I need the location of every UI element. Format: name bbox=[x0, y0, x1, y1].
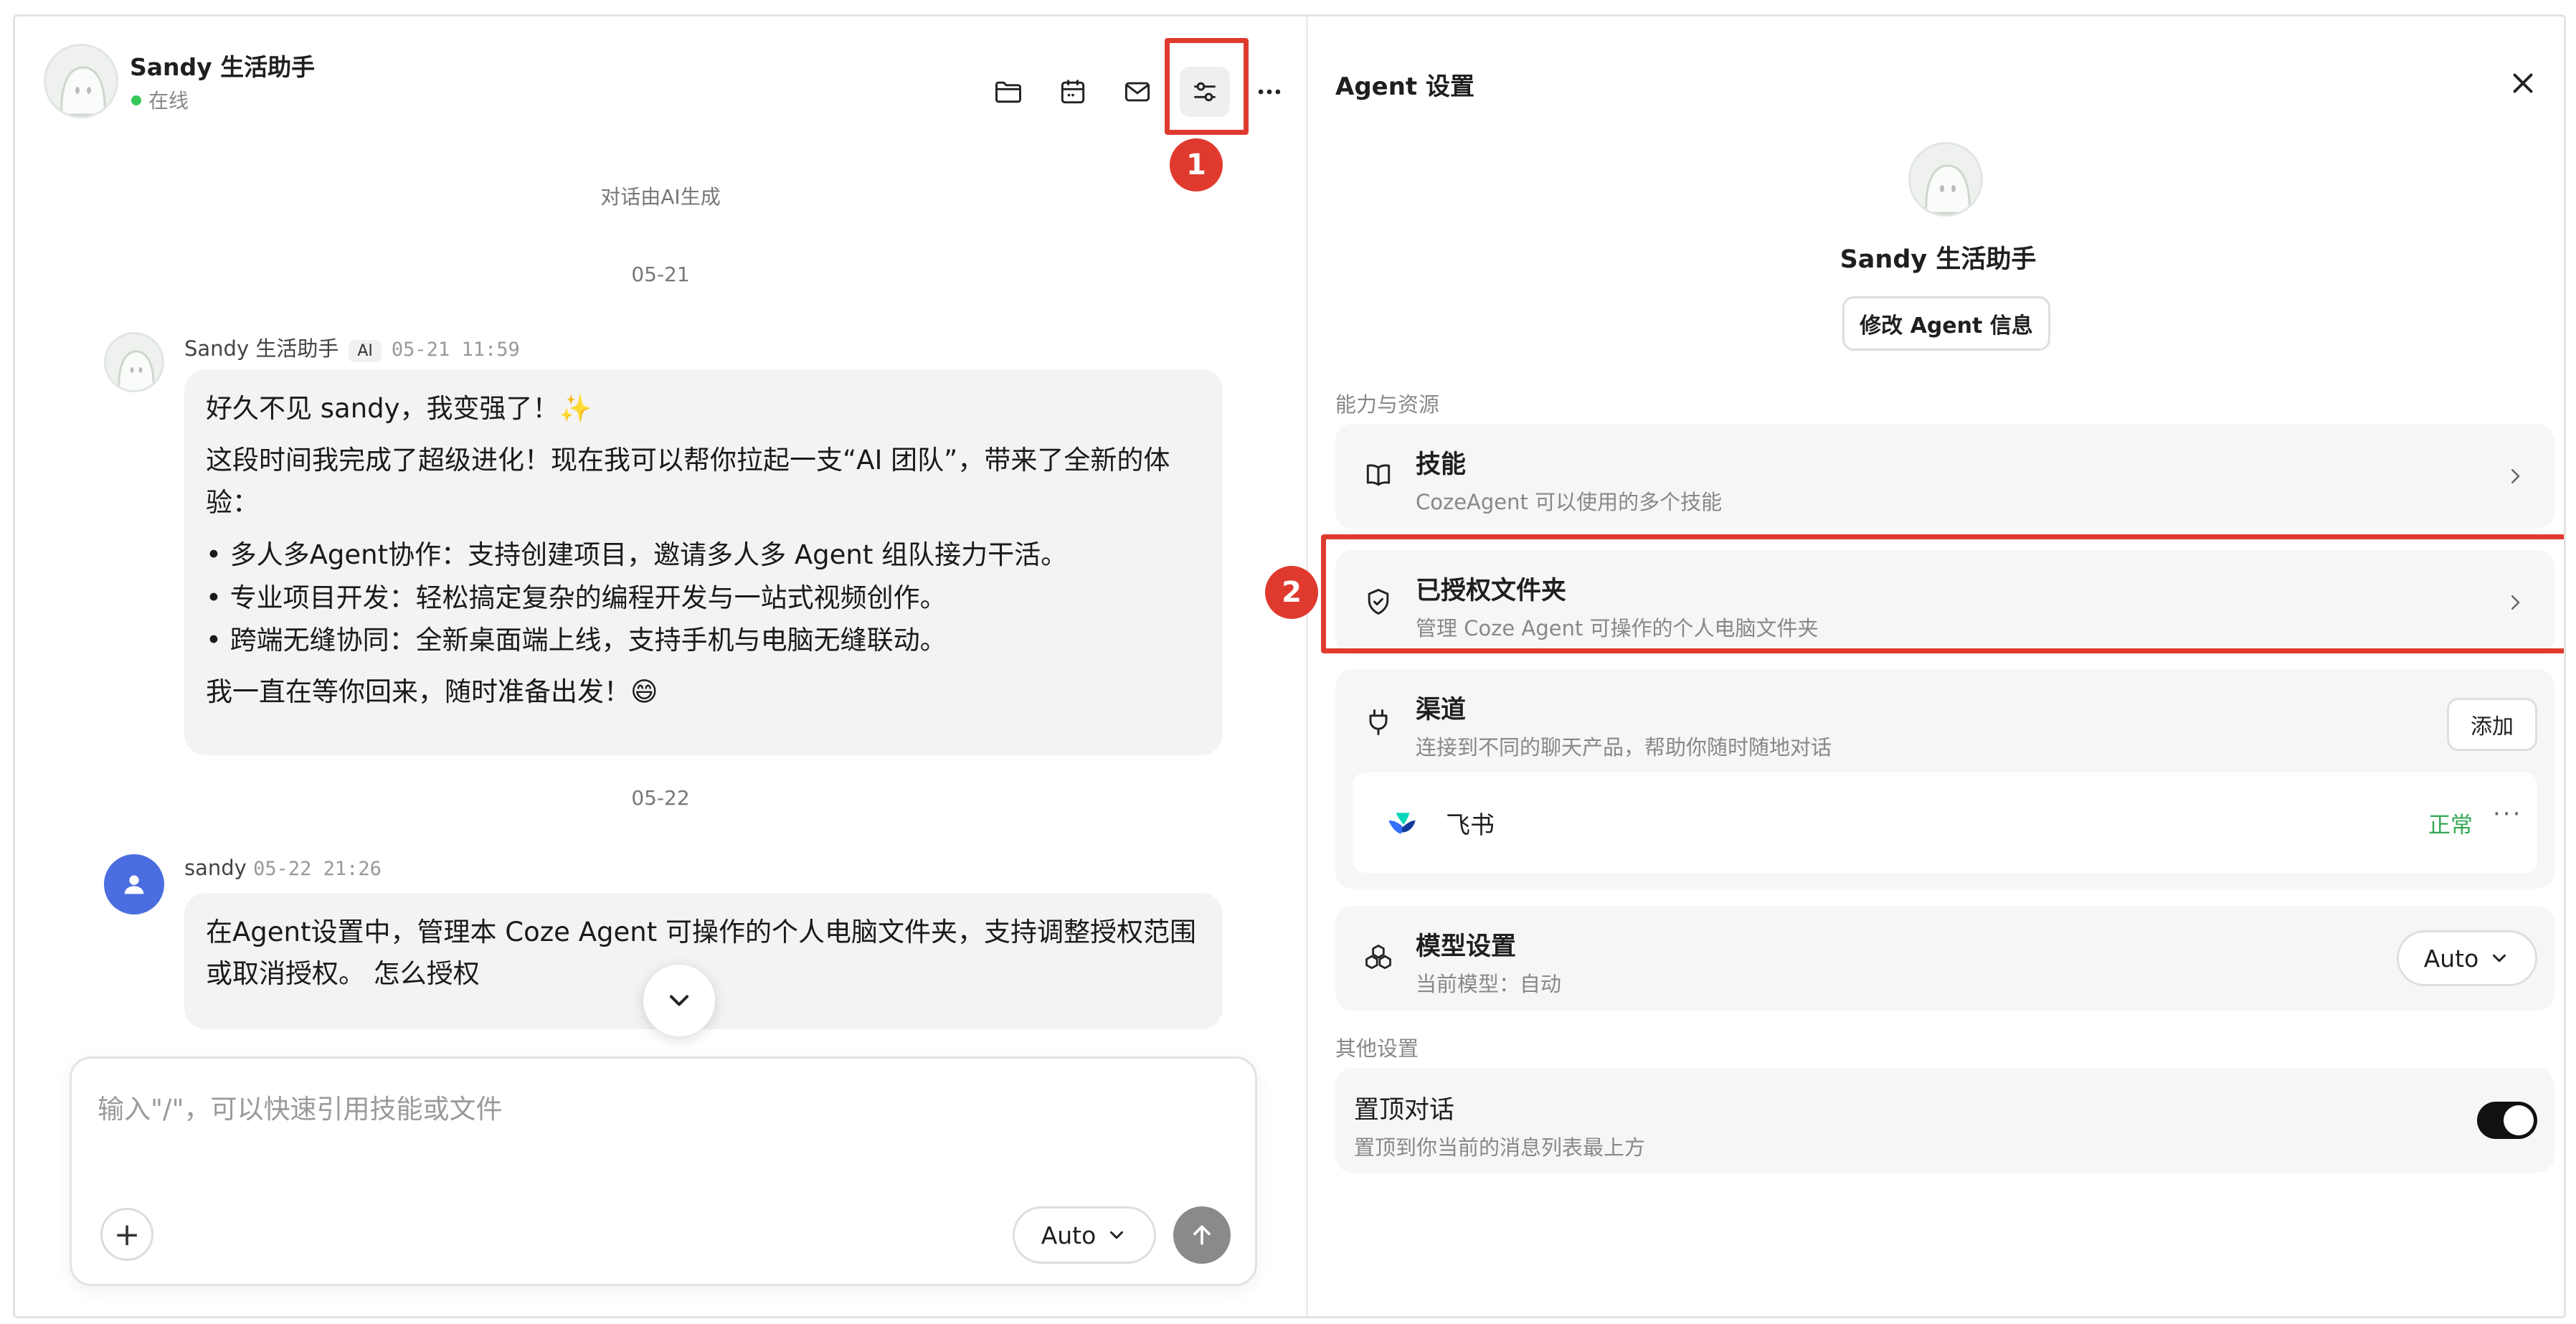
status-indicator: 在线 bbox=[131, 85, 189, 114]
message-line: 我一直在等你回来，随时准备出发！😄 bbox=[206, 676, 658, 707]
plus-icon: + bbox=[113, 1216, 141, 1253]
agent-message-avatar bbox=[104, 332, 164, 392]
user-message-meta: sandy 05-22 21:26 bbox=[184, 856, 382, 880]
add-channel-button[interactable]: 添加 bbox=[2447, 698, 2537, 751]
more-icon bbox=[1258, 89, 1281, 95]
chevron-down-icon bbox=[2493, 954, 2506, 963]
agent-message-meta: Sandy 生活助手 AI 05-21 11:59 bbox=[184, 332, 520, 362]
model-settings-subtitle: 当前模型：自动 bbox=[1416, 972, 1562, 996]
agent-settings-panel: Agent 设置 Sandy 生活助手 修改 Agent 信息 能力与资源 技能… bbox=[1265, 16, 2564, 1316]
calendar-button[interactable] bbox=[1048, 67, 1098, 117]
mail-button[interactable] bbox=[1112, 67, 1162, 117]
ai-generated-notice: 对话由AI生成 bbox=[600, 185, 721, 209]
channels-card: 渠道 连接到不同的聊天产品，帮助你随时随地对话 添加 飞书 正常 ··· bbox=[1335, 669, 2554, 889]
sender-name: sandy bbox=[184, 856, 247, 880]
scroll-to-bottom-button[interactable] bbox=[643, 965, 715, 1036]
annotation-marker-2: 2 bbox=[1265, 566, 1318, 619]
message-bullet: • 专业项目开发：轻松搞定复杂的编程开发与一站式视频创作。 bbox=[206, 582, 947, 613]
more-button[interactable] bbox=[1244, 67, 1294, 117]
model-dropdown-value: Auto bbox=[2423, 944, 2479, 973]
ai-badge: AI bbox=[349, 340, 382, 362]
send-button[interactable] bbox=[1173, 1206, 1231, 1264]
model-settings-title: 模型设置 bbox=[1416, 932, 1517, 961]
status-text: 在线 bbox=[148, 89, 189, 113]
model-selector[interactable]: Auto bbox=[1013, 1206, 1156, 1264]
channels-subtitle: 连接到不同的聊天产品，帮助你随时随地对话 bbox=[1416, 735, 1832, 760]
skills-subtitle: CozeAgent 可以使用的多个技能 bbox=[1416, 490, 1723, 514]
mail-icon bbox=[1124, 82, 1150, 102]
section-label-other: 其他设置 bbox=[1335, 1036, 1419, 1061]
chevron-down-icon bbox=[1110, 1231, 1124, 1239]
app-window: Sandy 生活助手 在线 1 对话由AI生成 05-21 Sandy 生活助手… bbox=[13, 14, 2566, 1318]
channel-name: 飞书 bbox=[1446, 811, 1495, 840]
pin-title: 置顶对话 bbox=[1354, 1096, 1455, 1125]
user-icon bbox=[124, 875, 144, 894]
edit-agent-button[interactable]: 修改 Agent 信息 bbox=[1842, 296, 2050, 351]
channels-title: 渠道 bbox=[1416, 696, 1467, 724]
cubes-icon bbox=[1365, 945, 1391, 970]
panel-title: Agent 设置 bbox=[1335, 72, 1475, 101]
close-icon[interactable] bbox=[2506, 67, 2539, 100]
annotation-box-2 bbox=[1321, 534, 2564, 653]
chat-panel: Sandy 生活助手 在线 1 对话由AI生成 05-21 Sandy 生活助手… bbox=[15, 16, 1306, 1316]
model-value: Auto bbox=[1041, 1221, 1097, 1249]
chevron-right-icon bbox=[2511, 469, 2520, 483]
online-dot bbox=[131, 95, 141, 105]
model-dropdown[interactable]: Auto bbox=[2397, 930, 2537, 986]
sender-name: Sandy 生活助手 bbox=[184, 336, 339, 361]
message-bullet: • 跨端无缝协同：全新桌面端上线，支持手机与电脑无缝联动。 bbox=[206, 624, 947, 656]
chat-title: Sandy 生活助手 bbox=[130, 53, 316, 81]
section-label-resources: 能力与资源 bbox=[1335, 392, 1440, 417]
agent-profile-name: Sandy 生活助手 bbox=[1839, 245, 2037, 274]
folder-icon bbox=[995, 81, 1021, 103]
channel-more-icon[interactable]: ··· bbox=[2493, 800, 2522, 828]
pin-toggle[interactable] bbox=[2477, 1102, 2537, 1139]
add-attachment-button[interactable]: + bbox=[100, 1208, 153, 1261]
date-separator: 05-22 bbox=[631, 786, 690, 810]
agent-profile-avatar bbox=[1908, 142, 1983, 217]
folder-button[interactable] bbox=[983, 67, 1033, 117]
annotation-box-1 bbox=[1165, 38, 1249, 135]
message-input[interactable]: 输入"/"，可以快速引用技能或文件 bbox=[98, 1087, 503, 1126]
agent-message-bubble: 好久不见 sandy，我变强了！✨ 这段时间我完成了超级进化！现在我可以帮你拉起… bbox=[184, 369, 1223, 755]
pin-subtitle: 置顶到你当前的消息列表最上方 bbox=[1354, 1135, 1646, 1160]
channel-status: 正常 bbox=[2428, 813, 2473, 838]
message-bullet: • 多人多Agent协作：支持创建项目，邀请多人多 Agent 组队接力干活。 bbox=[206, 539, 1068, 571]
date-separator: 05-21 bbox=[631, 263, 690, 286]
agent-avatar[interactable] bbox=[44, 44, 118, 118]
pin-conversation-row: 置顶对话 置顶到你当前的消息列表最上方 bbox=[1335, 1068, 2554, 1173]
skills-title: 技能 bbox=[1416, 450, 1467, 479]
chevron-down-icon bbox=[669, 995, 689, 1006]
arrow-up-icon bbox=[1193, 1225, 1211, 1245]
message-composer[interactable]: 输入"/"，可以快速引用技能或文件 + Auto bbox=[70, 1056, 1257, 1286]
user-avatar bbox=[104, 854, 164, 914]
channel-item[interactable]: 飞书 正常 ··· bbox=[1353, 772, 2537, 873]
plug-icon bbox=[1369, 709, 1388, 735]
message-time: 05-21 11:59 bbox=[391, 339, 520, 361]
skills-row[interactable]: 技能 CozeAgent 可以使用的多个技能 bbox=[1335, 424, 2554, 529]
feishu-logo-icon bbox=[1388, 813, 1416, 834]
calendar-icon bbox=[1061, 80, 1085, 104]
message-line: 好久不见 sandy，我变强了！✨ bbox=[206, 393, 592, 424]
model-settings-row: 模型设置 当前模型：自动 Auto bbox=[1335, 906, 2554, 1011]
message-time: 05-22 21:26 bbox=[253, 858, 382, 880]
book-icon bbox=[1366, 464, 1391, 486]
message-line: 这段时间我完成了超级进化！现在我可以帮你拉起一支“AI 团队”，带来了全新的体验… bbox=[206, 445, 1170, 518]
